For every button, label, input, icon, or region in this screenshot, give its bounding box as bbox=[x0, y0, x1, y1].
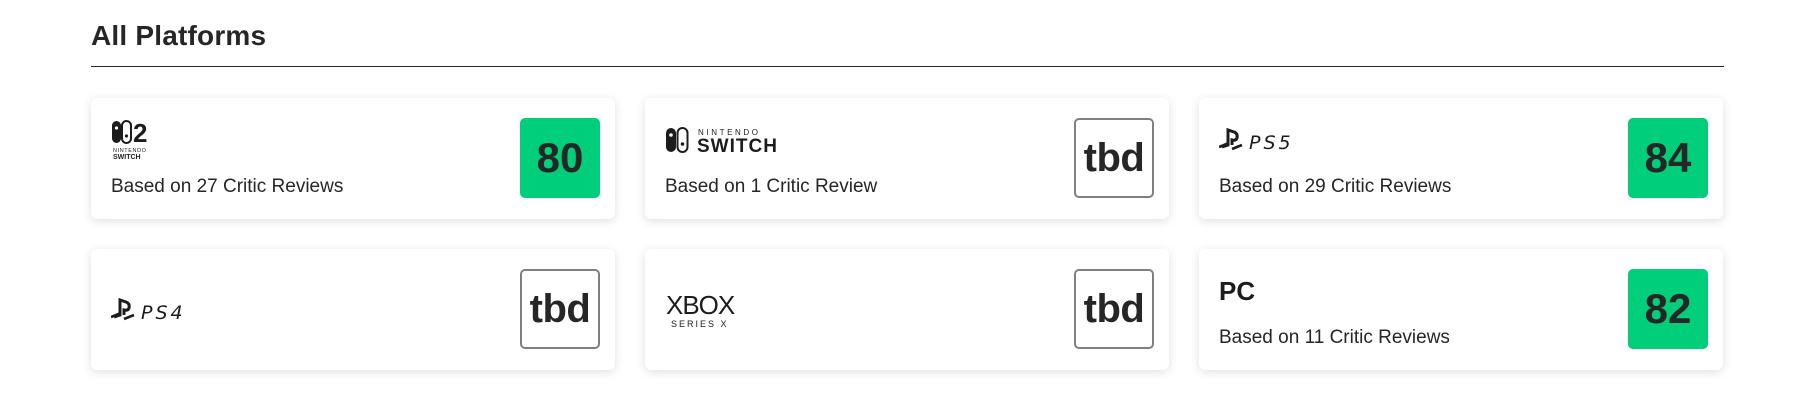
section-divider bbox=[91, 66, 1724, 67]
metascore-badge: tbd bbox=[520, 269, 600, 349]
platform-card-pc[interactable]: PC Based on 11 Critic Reviews 82 bbox=[1199, 249, 1723, 370]
critic-reviews-count[interactable]: Based on 11 Critic Reviews bbox=[1219, 327, 1450, 349]
xbox-logo-series: SERIES X bbox=[671, 319, 729, 329]
metascore-badge: 84 bbox=[1628, 118, 1708, 198]
platform-grid: 2 NINTENDO SWITCH Based on 27 Critic Rev… bbox=[91, 98, 1724, 370]
nintendo-switch-2-logo-icon: 2 NINTENDO SWITCH bbox=[111, 118, 159, 162]
platform-card-ps4[interactable]: PS4 tbd bbox=[91, 249, 615, 370]
switch-2-logo-number: 2 bbox=[133, 118, 147, 148]
pc-logo-text: PC bbox=[1219, 275, 1256, 306]
pc-logo: PC bbox=[1219, 269, 1255, 313]
critic-reviews-count[interactable]: Based on 1 Critic Review bbox=[665, 176, 877, 198]
metascore-badge: 80 bbox=[520, 118, 600, 198]
critic-reviews-count[interactable]: Based on 29 Critic Reviews bbox=[1219, 176, 1451, 198]
nintendo-switch-logo-icon: NINTENDO SWITCH bbox=[665, 118, 795, 162]
platform-card-xbox-series-x[interactable]: XBOX SERIES X tbd bbox=[645, 249, 1169, 370]
ps5-logo-icon: PS5 bbox=[1219, 118, 1329, 162]
metascore-badge: 82 bbox=[1628, 269, 1708, 349]
platform-card-switch[interactable]: NINTENDO SWITCH Based on 1 Critic Review… bbox=[645, 98, 1169, 219]
switch-2-logo-switch: SWITCH bbox=[113, 154, 141, 161]
platform-card-ps5[interactable]: PS5 Based on 29 Critic Reviews 84 bbox=[1199, 98, 1723, 219]
xbox-series-x-logo-icon: XBOX SERIES X bbox=[665, 249, 745, 370]
critic-reviews-count[interactable]: Based on 27 Critic Reviews bbox=[111, 176, 343, 198]
ps4-logo-icon: PS4 bbox=[111, 249, 221, 370]
platform-card-switch-2[interactable]: 2 NINTENDO SWITCH Based on 27 Critic Rev… bbox=[91, 98, 615, 219]
ps5-logo-text: PS5 bbox=[1249, 132, 1294, 154]
metascore-badge: tbd bbox=[1074, 269, 1154, 349]
xbox-logo-word: XBOX bbox=[666, 290, 735, 320]
section-title: All Platforms bbox=[91, 20, 267, 51]
metascore-badge: tbd bbox=[1074, 118, 1154, 198]
switch-logo-word: SWITCH bbox=[697, 136, 778, 155]
ps4-logo-text: PS4 bbox=[141, 302, 186, 324]
